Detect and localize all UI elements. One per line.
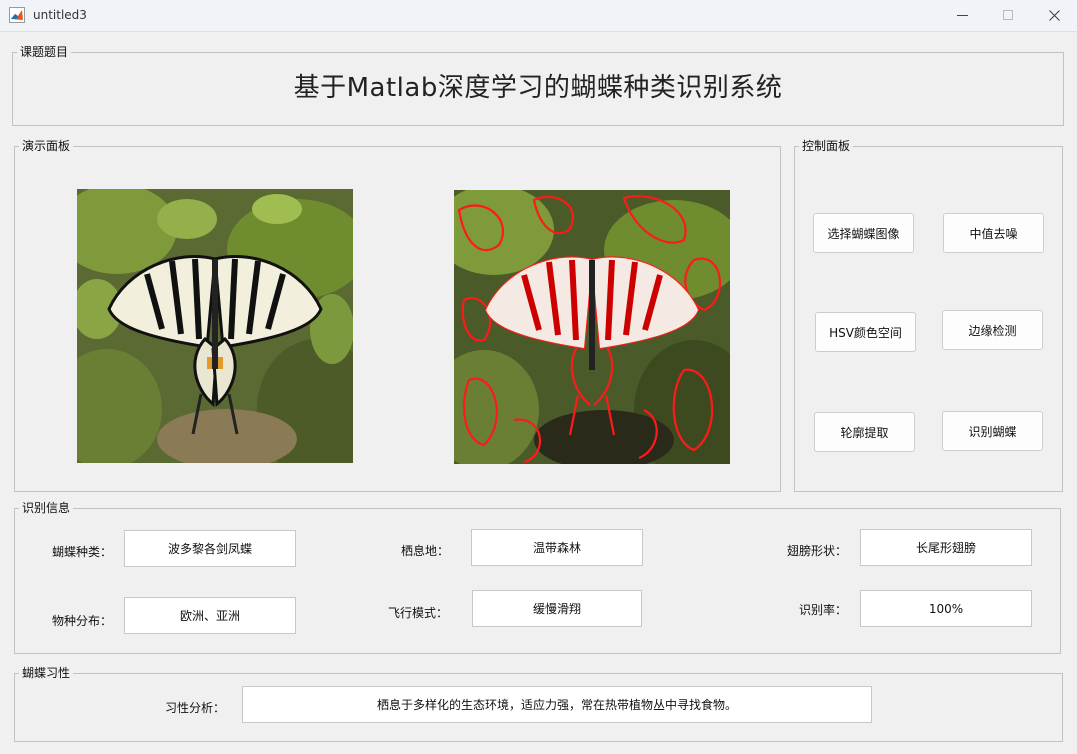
control-panel: 控制面板 选择蝴蝶图像 中值去噪 HSV颜色空间 边缘检测 轮廓提取 识别蝴蝶 [794,138,1063,492]
minimize-button[interactable] [939,0,985,30]
wing-shape-label: 翅膀形状： [787,544,848,558]
matlab-logo-icon [9,7,25,23]
demo-panel: 演示面板 [14,138,781,492]
distribution-field[interactable]: 欧洲、亚洲 [124,597,296,634]
window-title: untitled3 [33,8,87,22]
minimize-icon [956,14,968,16]
habit-panel-legend: 蝴蝶习性 [19,665,74,681]
flight-mode-label: 飞行模式： [388,606,449,620]
maximize-icon [1003,10,1013,20]
species-field[interactable]: 波多黎各剑凤蝶 [124,530,296,567]
median-denoise-button[interactable]: 中值去噪 [943,213,1044,253]
distribution-label: 物种分布： [52,614,113,628]
contour-extraction-button[interactable]: 轮廓提取 [814,412,915,452]
processed-image [454,190,730,464]
info-panel: 识别信息 蝴蝶种类： 波多黎各剑凤蝶 栖息地： 温带森林 翅膀形状： 长尾形翅膀… [14,500,1061,654]
window-titlebar: untitled3 [0,0,1077,32]
demo-panel-legend: 演示面板 [19,138,74,154]
wing-shape-field[interactable]: 长尾形翅膀 [860,529,1032,566]
close-button[interactable] [1031,0,1077,30]
edge-detection-button[interactable]: 边缘检测 [942,310,1043,350]
control-panel-legend: 控制面板 [799,138,854,154]
habit-panel: 蝴蝶习性 习性分析： 栖息于多样化的生态环境，适应力强，常在热带植物丛中寻找食物… [14,665,1063,742]
flight-mode-field[interactable]: 缓慢滑翔 [472,590,642,627]
page-title: 基于Matlab深度学习的蝴蝶种类识别系统 [293,73,783,103]
close-icon [1048,9,1060,21]
original-image [77,189,353,463]
select-image-button[interactable]: 选择蝴蝶图像 [813,213,914,253]
butterfly-photo-icon [77,189,353,463]
habit-analysis-label: 习性分析： [165,701,226,715]
species-label: 蝴蝶种类： [52,545,113,559]
hsv-color-space-button[interactable]: HSV颜色空间 [815,312,916,352]
recognition-rate-label: 识别率： [799,603,848,617]
topic-panel-legend: 课题题目 [17,44,72,60]
edge-detection-result-icon [454,190,730,464]
recognition-rate-field[interactable]: 100% [860,590,1032,627]
recognize-butterfly-button[interactable]: 识别蝴蝶 [942,411,1043,451]
habit-analysis-field[interactable]: 栖息于多样化的生态环境，适应力强，常在热带植物丛中寻找食物。 [242,686,872,723]
habitat-label: 栖息地： [401,544,450,558]
maximize-button[interactable] [985,0,1031,30]
info-panel-legend: 识别信息 [19,500,74,516]
habitat-field[interactable]: 温带森林 [471,529,643,566]
topic-panel: 课题题目 基于Matlab深度学习的蝴蝶种类识别系统 [12,44,1064,126]
